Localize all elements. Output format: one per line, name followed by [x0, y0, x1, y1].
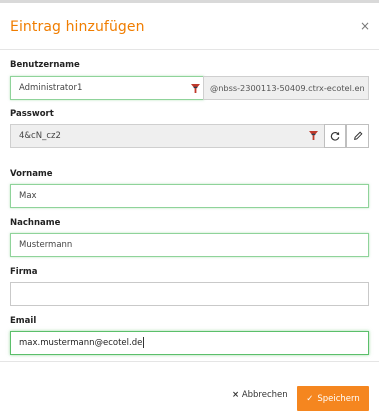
lastname-value: Mustermann [19, 240, 73, 250]
dialog-title: Eintrag hinzufügen [10, 19, 145, 35]
username-label: Benutzername [10, 60, 80, 70]
firstname-label: Vorname [10, 169, 53, 179]
footer-divider [0, 361, 379, 362]
edit-password-button[interactable] [346, 124, 369, 148]
password-label: Passwort [10, 109, 54, 119]
close-icon[interactable]: × [360, 19, 370, 33]
password-manager-icon[interactable] [309, 131, 318, 140]
firstname-input[interactable]: Max [10, 184, 369, 208]
firstname-value: Max [19, 191, 37, 201]
save-button[interactable]: ✓ Speichern [297, 386, 369, 411]
email-input[interactable]: max.mustermann@ecotel.de [10, 331, 369, 355]
refresh-icon [330, 132, 340, 141]
password-input[interactable]: 4&cN_cz2 [10, 124, 325, 148]
company-input[interactable] [10, 282, 369, 306]
username-input[interactable]: Administrator1 [10, 76, 204, 100]
pencil-icon [353, 131, 362, 140]
lastname-label: Nachname [10, 218, 61, 228]
lastname-input[interactable]: Mustermann [10, 233, 369, 257]
cancel-label: Abbrechen [241, 390, 288, 400]
text-cursor [143, 337, 145, 348]
save-label: Speichern [317, 393, 360, 404]
dialog-header: Eintrag hinzufügen × [0, 3, 379, 50]
username-value: Administrator1 [19, 83, 83, 93]
password-manager-icon[interactable] [191, 84, 200, 93]
generate-password-button[interactable] [324, 124, 346, 148]
email-value: max.mustermann@ecotel.de [19, 338, 143, 348]
add-entry-dialog: Eintrag hinzufügen × Benutzername Admini… [0, 3, 379, 417]
password-value: 4&cN_cz2 [19, 131, 61, 141]
cancel-button[interactable]: × Abbrechen [232, 390, 288, 400]
cancel-icon: × [232, 390, 240, 400]
company-label: Firma [10, 267, 38, 277]
email-label: Email [10, 316, 37, 326]
username-domain-suffix: @nbss-2300113-50409.ctrx-ecotel.en [203, 76, 369, 100]
check-icon: ✓ [306, 393, 314, 404]
